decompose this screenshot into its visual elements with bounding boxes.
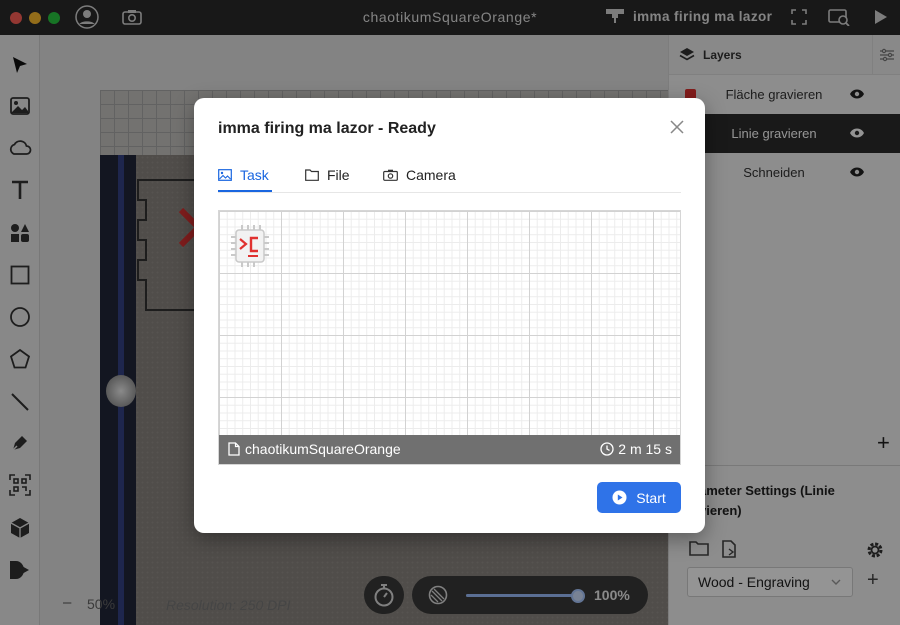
dialog-tabs: Task File Camera xyxy=(218,156,681,193)
task-file-name: chaotikumSquareOrange xyxy=(245,441,401,457)
file-icon xyxy=(228,442,240,456)
tab-camera[interactable]: Camera xyxy=(383,156,456,193)
tab-label: Camera xyxy=(406,166,456,183)
time-estimate: 2 m 15 s xyxy=(618,441,672,457)
tab-label: Task xyxy=(240,166,269,183)
close-icon[interactable] xyxy=(668,118,686,136)
play-circle-icon xyxy=(612,490,627,505)
image-icon xyxy=(218,168,232,181)
start-button[interactable]: Start xyxy=(597,482,681,513)
monitor-dialog: imma firing ma lazor - Ready Task File C… xyxy=(194,98,705,533)
tab-file[interactable]: File xyxy=(305,156,350,193)
chaotikum-logo xyxy=(231,225,269,267)
tab-label: File xyxy=(327,166,350,183)
task-preview: chaotikumSquareOrange 2 m 15 s xyxy=(218,210,681,465)
active-tab-indicator xyxy=(218,190,272,192)
preview-info-bar: chaotikumSquareOrange 2 m 15 s xyxy=(219,435,680,464)
folder-icon xyxy=(305,168,319,181)
tab-task[interactable]: Task xyxy=(218,156,269,193)
dialog-title: imma firing ma lazor - Ready xyxy=(218,120,436,137)
start-label: Start xyxy=(636,489,666,506)
clock-icon xyxy=(600,442,614,456)
camera-icon xyxy=(383,169,398,181)
